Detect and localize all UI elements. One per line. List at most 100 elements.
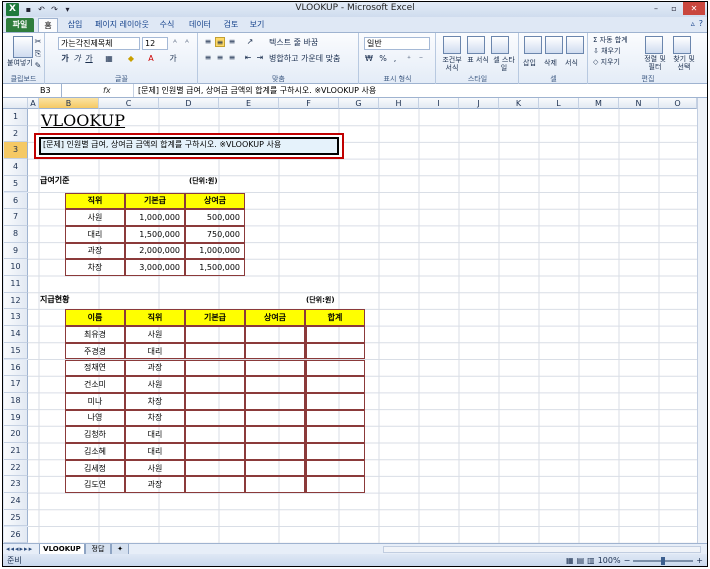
bold-button[interactable]: 가 bbox=[60, 54, 70, 64]
zoom-slider[interactable] bbox=[633, 556, 694, 565]
table2-header-cell[interactable]: 기본급 bbox=[185, 309, 245, 327]
maximize-button[interactable]: ▫ bbox=[665, 2, 683, 15]
vertical-scrollbar[interactable] bbox=[697, 98, 707, 543]
table2-empty-cell[interactable] bbox=[245, 426, 305, 443]
zoom-in-button[interactable]: + bbox=[696, 554, 703, 566]
insert-cells-icon[interactable] bbox=[524, 36, 542, 54]
align-middle-icon[interactable]: ≡ bbox=[215, 37, 225, 47]
format-button[interactable]: 서식 bbox=[565, 58, 578, 69]
font-size-select[interactable]: 12 bbox=[142, 37, 168, 50]
conditional-format-icon[interactable] bbox=[443, 36, 461, 54]
table1-data-cell[interactable]: 3,000,000 bbox=[125, 259, 185, 276]
col-header-o[interactable]: O bbox=[659, 98, 697, 109]
row-header[interactable]: 24 bbox=[4, 493, 28, 510]
sort-filter-icon[interactable] bbox=[645, 36, 663, 54]
shrink-font-button[interactable]: ᴬ bbox=[182, 38, 192, 48]
table2-data-cell[interactable]: 미나 bbox=[65, 392, 125, 410]
table2-data-cell[interactable]: 대리 bbox=[125, 342, 185, 360]
table1-data-cell[interactable]: 500,000 bbox=[185, 209, 245, 226]
tab-review[interactable]: 검토 bbox=[220, 18, 242, 32]
close-button[interactable]: ✕ bbox=[683, 2, 705, 15]
align-right-icon[interactable]: ≡ bbox=[227, 53, 237, 63]
table2-data-cell[interactable]: 나영 bbox=[65, 409, 125, 427]
col-header-l[interactable]: L bbox=[539, 98, 579, 109]
table2-empty-cell[interactable] bbox=[245, 459, 305, 477]
table2-empty-cell[interactable] bbox=[185, 426, 245, 443]
grow-font-button[interactable]: ᴬ bbox=[170, 38, 180, 48]
row-header[interactable]: 9 bbox=[4, 242, 28, 260]
delete-button[interactable]: 삭제 bbox=[544, 58, 557, 69]
col-header-a[interactable]: A bbox=[28, 98, 39, 109]
zoom-slider-knob[interactable] bbox=[661, 556, 666, 565]
table2-data-cell[interactable]: 건소미 bbox=[65, 376, 125, 393]
table2-empty-cell[interactable] bbox=[185, 342, 245, 360]
select-all-corner[interactable] bbox=[3, 98, 28, 109]
table2-data-cell[interactable]: 과장 bbox=[125, 359, 185, 377]
col-header-d[interactable]: D bbox=[159, 98, 219, 109]
row-header[interactable]: 20 bbox=[4, 426, 28, 443]
increase-decimal-icon[interactable]: ⁺ bbox=[404, 54, 414, 64]
table2-data-cell[interactable]: 김소혜 bbox=[65, 443, 125, 460]
wrap-text-button[interactable]: 텍스트 줄 바꿈 bbox=[269, 37, 318, 48]
col-header-j[interactable]: J bbox=[459, 98, 499, 109]
table2-data-cell[interactable]: 대리 bbox=[125, 443, 185, 460]
formula-input[interactable]: [문제] 인원별 급여, 상여금 금액의 합계를 구하시오. ※VLOOKUP … bbox=[133, 84, 703, 97]
horizontal-scrollbar[interactable] bbox=[383, 546, 701, 553]
table2-empty-cell[interactable] bbox=[185, 326, 245, 343]
table2-data-cell[interactable]: 과장 bbox=[125, 476, 185, 494]
tab-view[interactable]: 보기 bbox=[246, 18, 268, 32]
number-format-select[interactable]: 일반 bbox=[364, 37, 430, 50]
table1-data-cell[interactable]: 750,000 bbox=[185, 225, 245, 243]
table2-data-cell[interactable]: 사원 bbox=[125, 326, 185, 343]
row-header[interactable]: 22 bbox=[4, 459, 28, 477]
format-painter-icon[interactable]: ✎ bbox=[33, 61, 43, 71]
table1-data-cell[interactable]: 대리 bbox=[65, 225, 125, 243]
table2-data-cell[interactable]: 최유경 bbox=[65, 326, 125, 343]
row-header[interactable]: 14 bbox=[4, 326, 28, 343]
row-header[interactable]: 17 bbox=[4, 376, 28, 393]
table2-data-cell[interactable]: 사원 bbox=[125, 376, 185, 393]
col-header-e[interactable]: E bbox=[219, 98, 279, 109]
table2-data-cell[interactable]: 차장 bbox=[125, 409, 185, 427]
autosum-button[interactable]: Σ 자동 합계 bbox=[593, 35, 628, 46]
col-header-k[interactable]: K bbox=[499, 98, 539, 109]
row-header[interactable]: 3 bbox=[4, 142, 28, 160]
increase-indent-icon[interactable]: ⇥ bbox=[255, 53, 265, 63]
table2-empty-cell[interactable] bbox=[245, 409, 305, 427]
table2-empty-cell[interactable] bbox=[245, 392, 305, 410]
phonetic-icon[interactable]: 가 bbox=[168, 54, 178, 64]
find-select-button[interactable]: 찾기 및 선택 bbox=[669, 55, 699, 71]
table2-data-cell[interactable]: 정채연 bbox=[65, 359, 125, 377]
table2-data-cell[interactable]: 김청하 bbox=[65, 426, 125, 443]
clear-button[interactable]: ◇ 지우기 bbox=[593, 57, 620, 68]
orientation-icon[interactable]: ↗ bbox=[245, 37, 255, 47]
table1-header-cell[interactable]: 직위 bbox=[65, 192, 125, 210]
table2-header-cell[interactable]: 합계 bbox=[305, 309, 365, 327]
currency-icon[interactable]: ₩ bbox=[364, 54, 374, 64]
align-center-icon[interactable]: ≡ bbox=[215, 53, 225, 63]
table2-empty-cell[interactable] bbox=[245, 342, 305, 360]
table2-empty-cell[interactable] bbox=[305, 426, 365, 443]
table1-data-cell[interactable]: 사원 bbox=[65, 209, 125, 226]
table1-data-cell[interactable]: 1,000,000 bbox=[185, 242, 245, 260]
table2-empty-cell[interactable] bbox=[185, 376, 245, 393]
underline-button[interactable]: 가 bbox=[84, 54, 94, 64]
view-normal-icon[interactable]: ▦ bbox=[566, 554, 574, 566]
table1-data-cell[interactable]: 1,000,000 bbox=[125, 209, 185, 226]
row-header[interactable]: 4 bbox=[4, 159, 28, 176]
row-header[interactable]: 19 bbox=[4, 409, 28, 427]
table2-header-cell[interactable]: 직위 bbox=[125, 309, 185, 327]
table2-empty-cell[interactable] bbox=[305, 342, 365, 360]
cell-styles-icon[interactable] bbox=[491, 36, 509, 54]
table2-data-cell[interactable]: 김세정 bbox=[65, 459, 125, 477]
row-header[interactable]: 7 bbox=[4, 209, 28, 226]
find-select-icon[interactable] bbox=[673, 36, 691, 54]
tab-formulas[interactable]: 수식 bbox=[156, 18, 178, 32]
tab-home[interactable]: 홈 bbox=[38, 18, 58, 32]
align-left-icon[interactable]: ≡ bbox=[203, 53, 213, 63]
format-table-icon[interactable] bbox=[467, 36, 485, 54]
decrease-indent-icon[interactable]: ⇤ bbox=[243, 53, 253, 63]
row-header[interactable]: 6 bbox=[4, 192, 28, 210]
conditional-format-button[interactable]: 조건부 서식 bbox=[439, 56, 465, 72]
comma-button[interactable]: , bbox=[390, 54, 400, 64]
